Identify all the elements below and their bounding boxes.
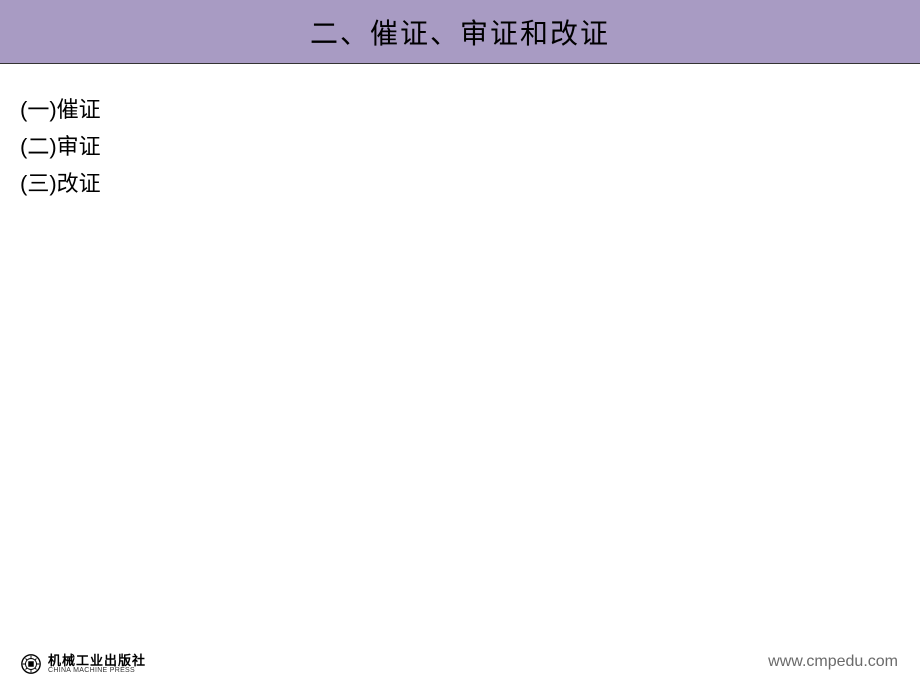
website-url: www.cmpedu.com	[768, 653, 898, 671]
content-area: (一)催证 (二)审证 (三)改证	[0, 64, 920, 232]
gear-press-icon	[20, 653, 42, 675]
publisher-text: 机械工业出版社 CHINA MACHINE PRESS	[48, 654, 146, 674]
list-item: (二)审证	[20, 129, 900, 164]
title-bar: 二、催证、审证和改证	[0, 0, 920, 64]
list-item: (一)催证	[20, 92, 900, 127]
slide-title: 二、催证、审证和改证	[310, 12, 610, 52]
footer: 机械工业出版社 CHINA MACHINE PRESS www.cmpedu.c…	[0, 639, 920, 689]
publisher-name-en: CHINA MACHINE PRESS	[48, 667, 146, 674]
list-item: (三)改证	[20, 166, 900, 201]
publisher-logo: 机械工业出版社 CHINA MACHINE PRESS	[20, 653, 146, 675]
publisher-name-cn: 机械工业出版社	[48, 654, 146, 667]
